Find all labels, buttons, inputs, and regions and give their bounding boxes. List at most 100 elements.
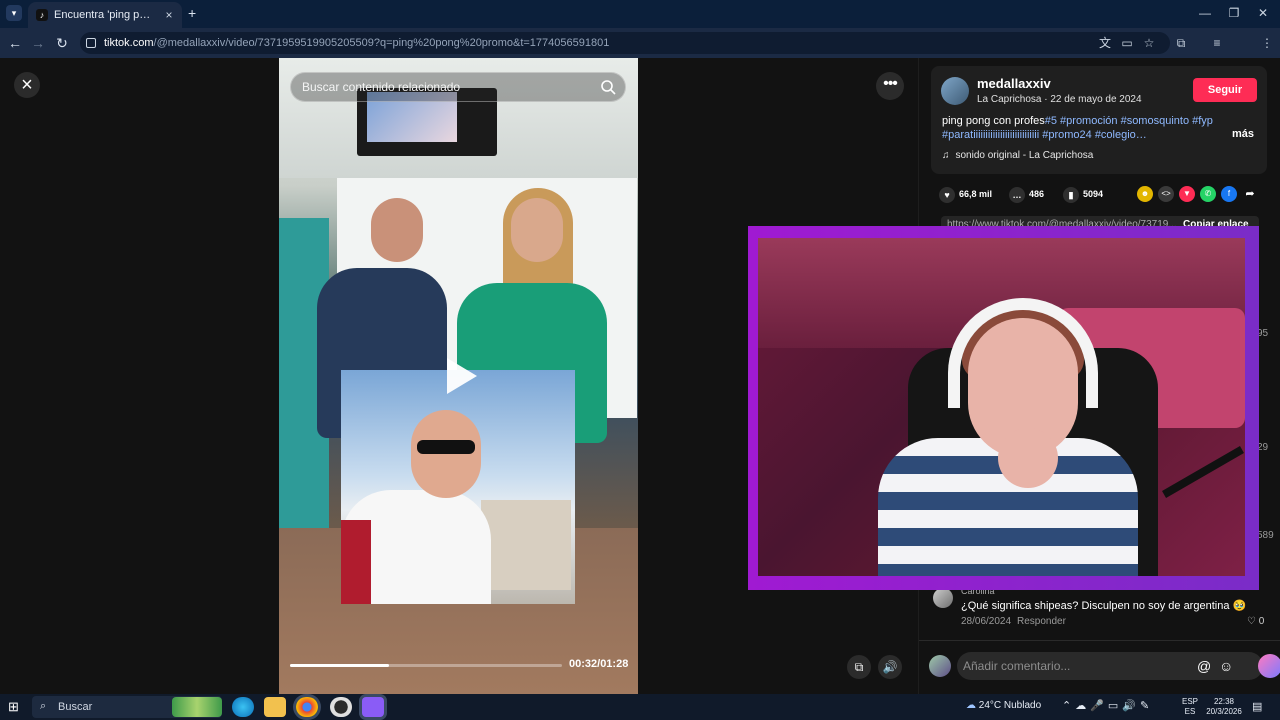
search-icon[interactable] bbox=[600, 79, 616, 95]
inset-person-stripe bbox=[341, 520, 371, 604]
save-button[interactable]: ▮ 5094 bbox=[1063, 184, 1103, 204]
taskbar: ⊞ Buscar ⌕ ☁ 24°C Nublado ⌃☁🎤▭🔊✎ ESP ES 2… bbox=[0, 694, 1280, 720]
edge-icon[interactable] bbox=[232, 697, 254, 717]
video-info-card: medallaxxiv La Caprichosa · 22 de mayo d… bbox=[931, 66, 1267, 174]
like-button[interactable]: ♥ 66,8 mil bbox=[939, 184, 992, 204]
menu-dots-icon[interactable]: ⋮ bbox=[1258, 34, 1276, 52]
weather-widget[interactable]: ☁ 24°C Nublado bbox=[966, 700, 1041, 711]
comment-icon: … bbox=[1009, 186, 1025, 203]
back-arrow-icon[interactable]: ← bbox=[6, 34, 24, 52]
browser-tab[interactable]: ♪ Encuentra 'ping pong promo' e × bbox=[28, 2, 182, 28]
comment-like-button[interactable]: ♡ 0 bbox=[1247, 616, 1264, 627]
taskbar-search-icon: ⌕ bbox=[40, 700, 47, 712]
forward-arrow-icon[interactable]: → bbox=[29, 34, 47, 52]
extensions-icon[interactable]: ⧉ bbox=[1172, 34, 1190, 52]
video-progress-bar[interactable] bbox=[290, 664, 562, 667]
emoji-icon[interactable]: ☺ bbox=[1219, 658, 1233, 674]
address-toolbar: ← → ↻ tiktok.com/@medallaxxiv/video/7371… bbox=[0, 28, 1280, 79]
new-tab-button[interactable]: + bbox=[188, 5, 196, 21]
url-host: tiktok.com bbox=[104, 37, 154, 49]
video-frame-woman-head bbox=[511, 198, 563, 262]
related-search-input[interactable]: Buscar contenido relacionado bbox=[290, 72, 626, 102]
send-to-friends-icon[interactable]: ▼ bbox=[1179, 186, 1195, 202]
tab-bar: ▾ ♪ Encuentra 'ping pong promo' e × + — … bbox=[0, 0, 1280, 28]
repost-icon[interactable]: ☻ bbox=[1137, 186, 1153, 202]
embed-icon[interactable]: <> bbox=[1158, 186, 1174, 202]
system-tray-icons[interactable]: ⌃☁🎤▭🔊✎ bbox=[1062, 699, 1153, 712]
bookmark-icon: ▮ bbox=[1063, 186, 1079, 203]
comment-button[interactable]: … 486 bbox=[1009, 184, 1044, 204]
picture-in-picture-icon[interactable]: ⧉ bbox=[847, 655, 871, 679]
restore-button[interactable]: ❐ bbox=[1223, 4, 1245, 22]
commenter-avatar[interactable] bbox=[933, 588, 953, 608]
taskbar-widget-image[interactable] bbox=[172, 697, 222, 717]
tab-search-button[interactable]: ▾ bbox=[6, 5, 22, 21]
sound-label: sonido original - La Caprichosa bbox=[955, 150, 1094, 161]
comment-text: ¿Qué significa shipeas? Disculpen no soy… bbox=[961, 600, 1247, 612]
ai-assistant-icon[interactable] bbox=[1258, 654, 1280, 678]
comment-like-count: 0 bbox=[1258, 616, 1265, 627]
lang-top: ESP bbox=[1182, 697, 1199, 706]
translate-icon[interactable]: 文 bbox=[1096, 34, 1114, 52]
inset-building bbox=[481, 500, 571, 590]
url-path: /@medallaxxiv/video/7371959519905205509?… bbox=[153, 37, 610, 49]
windows-start-icon[interactable]: ⊞ bbox=[8, 699, 24, 715]
follow-button[interactable]: Seguir bbox=[1193, 78, 1257, 102]
close-viewer-button[interactable]: × bbox=[14, 72, 40, 98]
play-icon[interactable] bbox=[443, 356, 479, 396]
inset-sunglasses bbox=[417, 440, 475, 454]
bookmark-star-icon[interactable]: ☆ bbox=[1140, 34, 1158, 52]
video-time: 00:32/01:28 bbox=[569, 658, 629, 670]
whatsapp-icon[interactable]: ✆ bbox=[1200, 186, 1216, 202]
video-frame-man-head bbox=[371, 198, 423, 262]
cloud-icon: ☁ bbox=[966, 700, 976, 711]
clock-time: 22:38 bbox=[1213, 697, 1235, 706]
webcam-hand bbox=[998, 428, 1058, 488]
action-bar: ♥ 66,8 mil … 486 ▮ 5094 ☻ <> ▼ ✆ f ➦ bbox=[931, 182, 1267, 206]
sound-link[interactable]: ♫ sonido original - La Caprichosa bbox=[942, 150, 1093, 161]
webcam-overlay bbox=[748, 226, 1259, 590]
cast-icon[interactable]: ▭ bbox=[1118, 34, 1136, 52]
more-link[interactable]: más bbox=[1232, 128, 1254, 140]
current-user-avatar bbox=[929, 655, 951, 677]
video-inset-photo bbox=[341, 370, 575, 604]
author-avatar[interactable] bbox=[941, 77, 969, 105]
notification-icon[interactable]: ▤ bbox=[1252, 700, 1262, 713]
microphone-arm bbox=[1162, 446, 1244, 498]
like-count: 66,8 mil bbox=[959, 189, 993, 199]
music-note-icon: ♫ bbox=[942, 150, 950, 161]
comment-item: Carolina ¿Qué significa shipeas? Disculp… bbox=[933, 586, 1267, 630]
twitch-app-icon[interactable] bbox=[362, 697, 384, 717]
tab-title: Encuentra 'ping pong promo' e bbox=[54, 9, 156, 21]
weather-text: 24°C Nublado bbox=[978, 700, 1042, 711]
share-arrow-icon[interactable]: ➦ bbox=[1242, 186, 1258, 202]
facebook-icon[interactable]: f bbox=[1221, 186, 1237, 202]
obs-icon[interactable] bbox=[330, 697, 352, 717]
save-count: 5094 bbox=[1083, 189, 1104, 199]
video-player[interactable]: Buscar contenido relacionado 00:32/01:28 bbox=[279, 58, 638, 694]
clock-date: 20/3/2026 bbox=[1206, 707, 1242, 716]
volume-icon[interactable]: 🔊 bbox=[878, 655, 902, 679]
webcam-feed bbox=[758, 238, 1245, 576]
more-options-button[interactable]: ••• bbox=[876, 72, 904, 100]
file-explorer-icon[interactable] bbox=[264, 697, 286, 717]
close-window-button[interactable]: ✕ bbox=[1252, 4, 1274, 22]
reply-button[interactable]: Responder bbox=[1017, 616, 1066, 627]
mention-icon[interactable]: @ bbox=[1197, 658, 1211, 674]
comment-count: 486 bbox=[1029, 189, 1045, 199]
tab-close-icon[interactable]: × bbox=[162, 8, 176, 22]
reading-list-icon[interactable]: ≡ bbox=[1208, 34, 1226, 52]
reload-icon[interactable]: ↻ bbox=[53, 34, 71, 52]
input-language[interactable]: ESP ES bbox=[1182, 697, 1198, 717]
minimize-button[interactable]: — bbox=[1194, 4, 1216, 22]
author-username[interactable]: medallaxxiv bbox=[977, 76, 1051, 91]
url-bar[interactable]: tiktok.com/@medallaxxiv/video/7371959519… bbox=[80, 32, 1170, 54]
video-description: ping pong con profes#5 #promoción #somos… bbox=[942, 114, 1227, 142]
chrome-icon[interactable] bbox=[296, 697, 318, 717]
author-subline: La Caprichosa · 22 de mayo de 2024 bbox=[977, 94, 1142, 105]
site-info-icon[interactable] bbox=[86, 38, 96, 48]
comment-date: 28/06/2024 bbox=[961, 616, 1012, 627]
clock[interactable]: 22:38 20/3/2026 bbox=[1204, 697, 1244, 717]
comment-input[interactable]: Añadir comentario... bbox=[957, 652, 1263, 680]
lang-bottom: ES bbox=[1184, 707, 1196, 716]
